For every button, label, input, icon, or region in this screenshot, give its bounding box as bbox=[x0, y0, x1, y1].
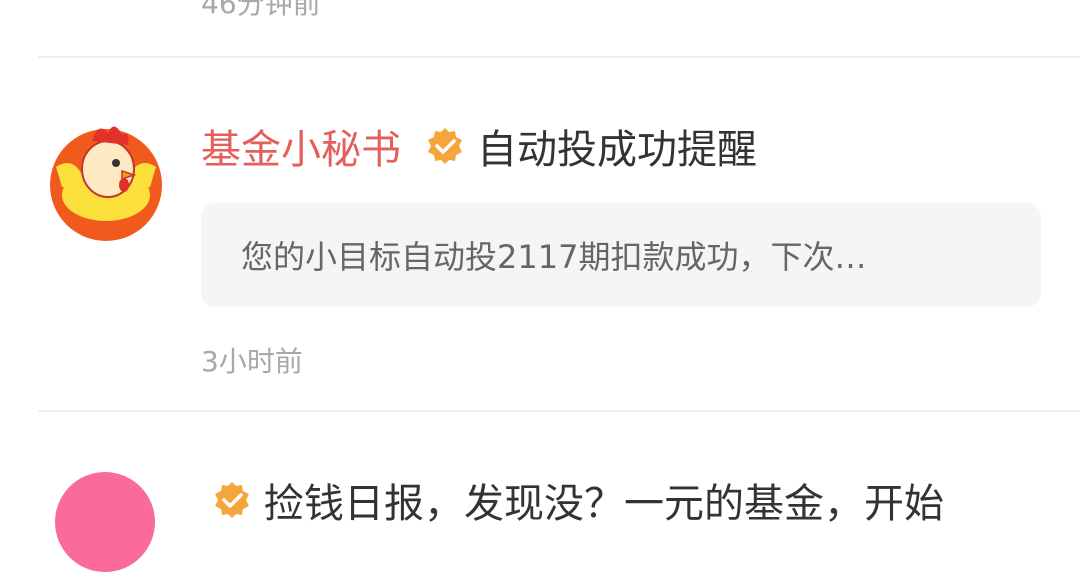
message-preview: 您的小目标自动投2117期扣款成功，下次… bbox=[241, 238, 867, 276]
divider bbox=[38, 56, 1080, 58]
previous-message-time: 46分钟前 bbox=[201, 0, 321, 20]
sender-name[interactable]: 基金小秘书 bbox=[201, 117, 401, 175]
divider bbox=[38, 410, 1080, 412]
chicken-mascot-icon[interactable] bbox=[48, 117, 164, 241]
message-preview-box[interactable]: 您的小目标自动投2117期扣款成功，下次… bbox=[201, 203, 1041, 307]
message-title: 自动投成功提醒 bbox=[477, 127, 757, 173]
pink-circle-avatar[interactable] bbox=[55, 472, 155, 572]
message-title: 捡钱日报，发现没？一元的基金，开始 bbox=[264, 481, 944, 527]
verified-badge-icon bbox=[212, 480, 252, 520]
message-title-row: 捡钱日报，发现没？一元的基金，开始 bbox=[212, 472, 944, 528]
verified-badge-icon bbox=[425, 126, 465, 166]
message-time: 3小时前 bbox=[201, 345, 303, 378]
message-title-row: 基金小秘书 自动投成功提醒 bbox=[201, 118, 757, 174]
